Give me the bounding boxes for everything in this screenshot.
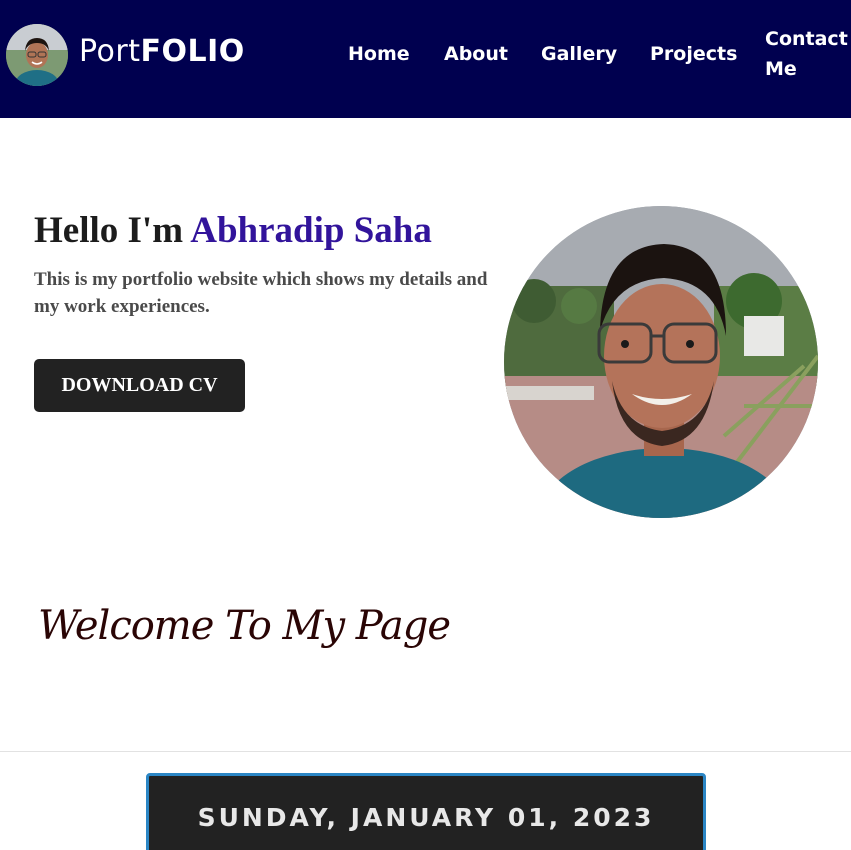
profile-photo bbox=[504, 206, 818, 518]
nav-contact-line1: Contact bbox=[765, 28, 848, 50]
hero-name: Abhradip Saha bbox=[190, 210, 432, 251]
logo-avatar[interactable] bbox=[6, 24, 68, 86]
nav-home-link[interactable]: Home bbox=[348, 39, 410, 69]
nav-contact-line2: Me bbox=[765, 58, 797, 80]
logo-text[interactable]: PortFOLIO bbox=[79, 33, 245, 71]
person-avatar-icon bbox=[6, 24, 68, 86]
date-banner: SUNDAY, JANUARY 01, 2023 bbox=[146, 773, 706, 850]
nav-about-link[interactable]: About bbox=[444, 39, 508, 69]
hero-greeting: Hello I'm bbox=[34, 210, 184, 251]
section-divider bbox=[0, 751, 851, 752]
hero-description: This is my portfolio website which shows… bbox=[34, 269, 488, 317]
logo-suffix: FOLIO bbox=[140, 34, 245, 69]
welcome-heading: Welcome To My Page bbox=[38, 603, 451, 649]
profile-photo-icon bbox=[504, 206, 818, 518]
nav-contact-link[interactable]: Contact Me bbox=[765, 24, 849, 84]
nav-gallery-link[interactable]: Gallery bbox=[541, 39, 617, 69]
date-text: SUNDAY, JANUARY 01, 2023 bbox=[197, 803, 655, 832]
site-header: PortFOLIO Home About Gallery Projects Co… bbox=[0, 0, 851, 118]
logo-prefix: Port bbox=[79, 34, 141, 69]
nav-projects-link[interactable]: Projects bbox=[650, 39, 737, 69]
hero-heading: Hello I'm Abhradip Saha bbox=[34, 208, 432, 254]
download-cv-button[interactable]: DOWNLOAD CV bbox=[34, 359, 245, 412]
